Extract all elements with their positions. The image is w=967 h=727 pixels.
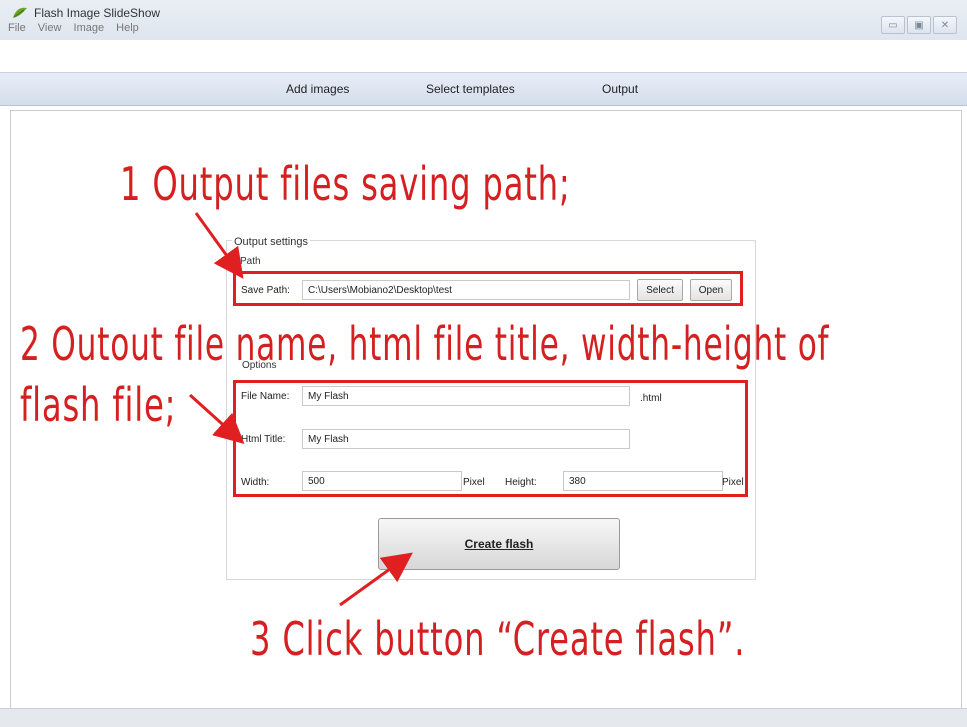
arrow-step1 xyxy=(194,212,244,279)
annotation-step2-line2: flash file; xyxy=(20,378,177,432)
annotation-step2-line1: 2 Outout file name, html file title, wid… xyxy=(20,317,830,371)
annotation-step3: 3 Click button “Create flash”. xyxy=(250,612,746,666)
status-bar xyxy=(0,708,967,727)
arrow-step3 xyxy=(339,552,413,607)
annotation-step1: 1 Output files saving path; xyxy=(120,157,571,211)
arrow-step2 xyxy=(188,393,245,445)
